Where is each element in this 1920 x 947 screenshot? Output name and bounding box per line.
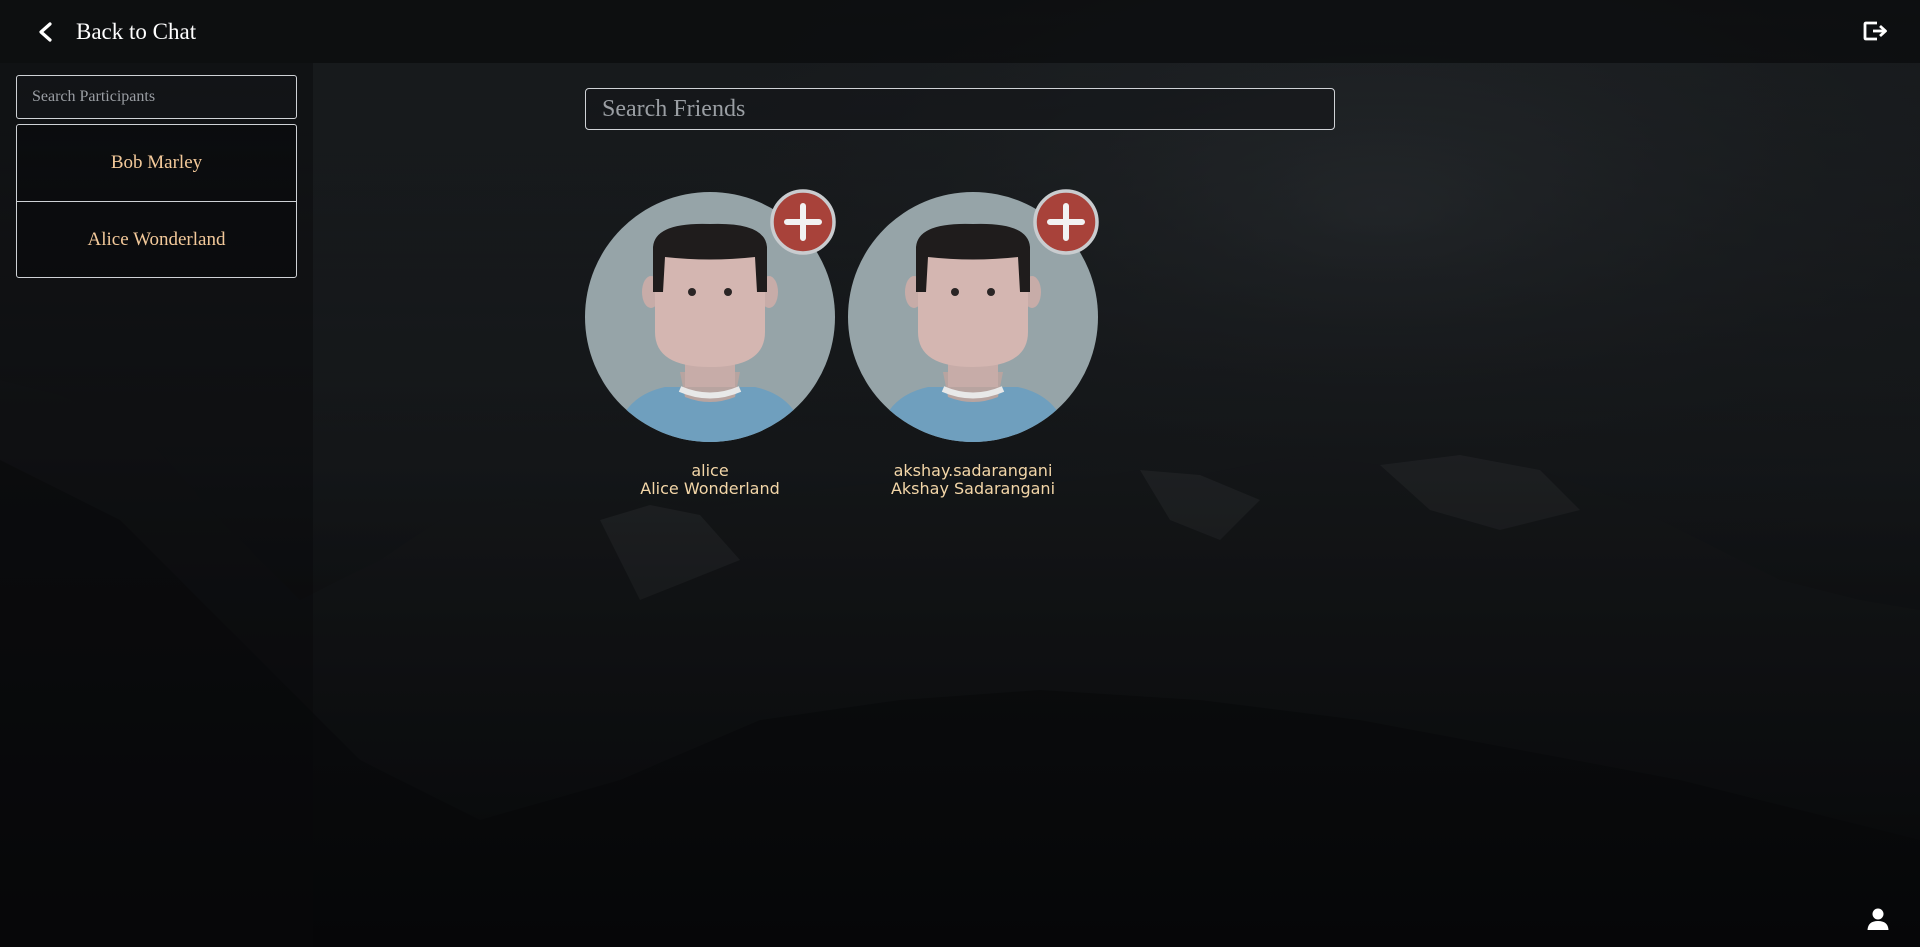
friend-username: alice bbox=[691, 461, 729, 480]
friend-card: akshay.sadarangani Akshay Sadarangani bbox=[848, 189, 1099, 498]
friend-display-name: Alice Wonderland bbox=[640, 479, 780, 498]
friend-card: alice Alice Wonderland bbox=[585, 189, 836, 498]
search-participants-input[interactable] bbox=[16, 75, 297, 119]
chevron-left-icon bbox=[39, 22, 52, 42]
search-friends-input[interactable] bbox=[585, 88, 1335, 130]
friend-username: akshay.sadarangani bbox=[893, 461, 1053, 480]
plus-icon bbox=[1033, 189, 1099, 255]
add-friend-button[interactable] bbox=[770, 189, 836, 255]
participant-item[interactable]: Alice Wonderland bbox=[17, 201, 296, 277]
add-friend-button[interactable] bbox=[1033, 189, 1099, 255]
participant-list: Bob Marley Alice Wonderland bbox=[16, 124, 297, 278]
participant-item[interactable]: Bob Marley bbox=[17, 125, 296, 201]
logout-icon[interactable] bbox=[1862, 18, 1888, 44]
plus-icon bbox=[770, 189, 836, 255]
friend-display-name: Akshay Sadarangani bbox=[890, 479, 1056, 498]
top-bar: Back to Chat bbox=[0, 0, 1920, 63]
participants-sidebar: Bob Marley Alice Wonderland bbox=[0, 63, 313, 947]
back-to-chat-button[interactable]: Back to Chat bbox=[36, 14, 196, 50]
user-icon[interactable] bbox=[1866, 907, 1890, 931]
back-to-chat-label: Back to Chat bbox=[76, 19, 197, 44]
